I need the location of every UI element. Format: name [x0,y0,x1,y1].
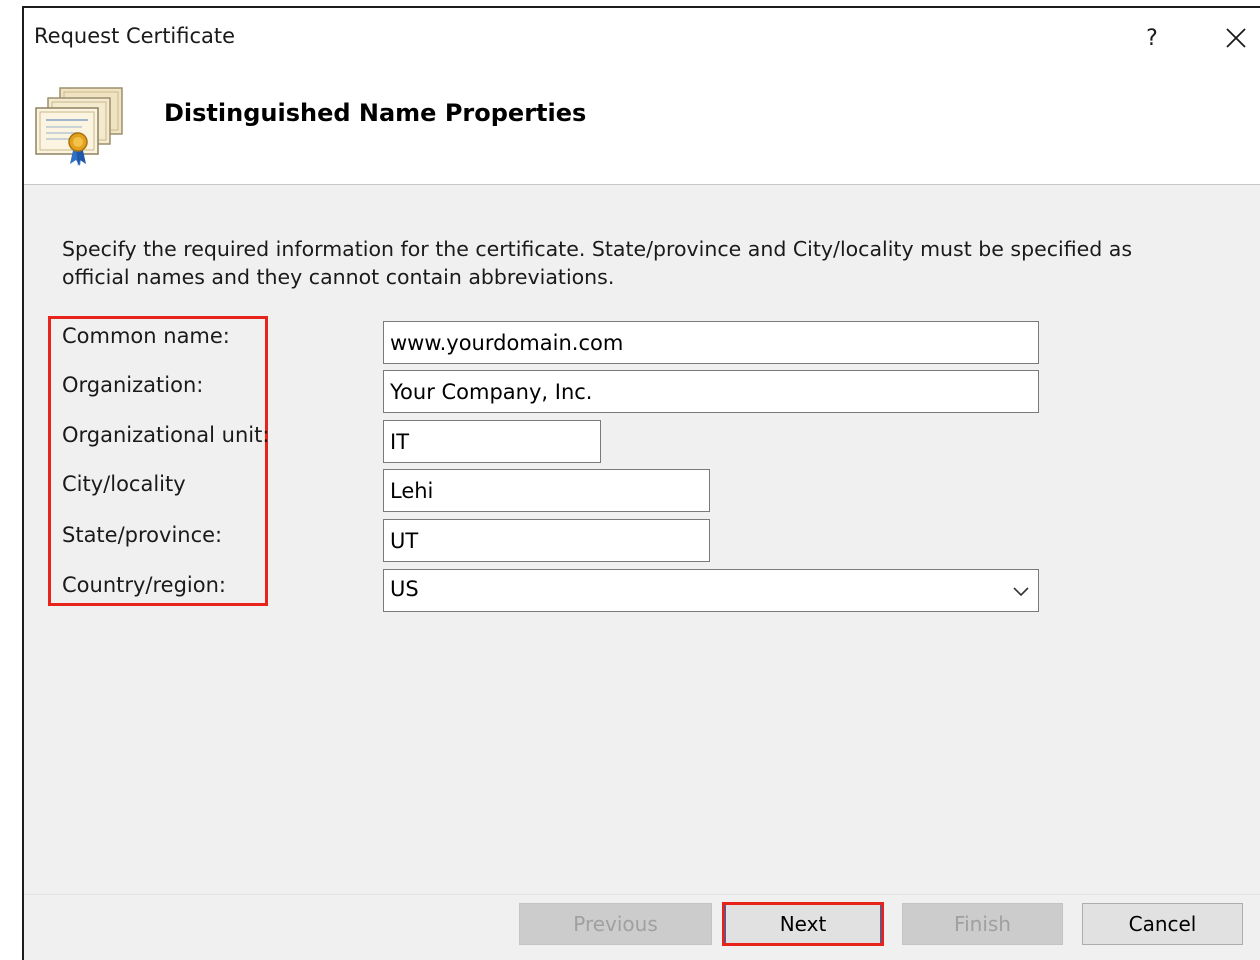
window-title: Request Certificate [34,24,236,48]
city-locality-label: City/locality [62,472,186,496]
organizational-unit-input[interactable] [383,420,601,463]
country-region-label: Country/region: [62,573,226,597]
close-button[interactable] [1216,18,1256,58]
country-region-value: US [390,577,419,601]
cancel-button[interactable]: Cancel [1082,903,1243,945]
certificate-stack-icon [35,87,123,166]
request-certificate-dialog: Request Certificate ? Distinguished Name… [22,6,1260,960]
state-province-label: State/province: [62,523,223,547]
close-icon [1226,28,1246,48]
help-button[interactable]: ? [1132,18,1172,58]
instructions-text: Specify the required information for the… [62,237,1132,289]
organization-label: Organization: [62,373,204,397]
city-locality-input[interactable] [383,469,710,512]
common-name-label: Common name: [62,324,230,348]
previous-button[interactable]: Previous [519,903,712,945]
country-region-select[interactable]: US [383,569,1039,612]
next-button[interactable]: Next [725,903,881,945]
dialog-header: Request Certificate ? Distinguished Name… [24,8,1260,185]
organizational-unit-label: Organizational unit: [62,423,270,447]
chevron-down-icon [1013,587,1029,597]
state-province-input[interactable] [383,519,710,562]
organization-input[interactable] [383,370,1039,413]
labels-highlight-box [48,316,268,606]
common-name-input[interactable] [383,321,1039,364]
page-heading: Distinguished Name Properties [164,99,587,127]
finish-button[interactable]: Finish [902,903,1063,945]
